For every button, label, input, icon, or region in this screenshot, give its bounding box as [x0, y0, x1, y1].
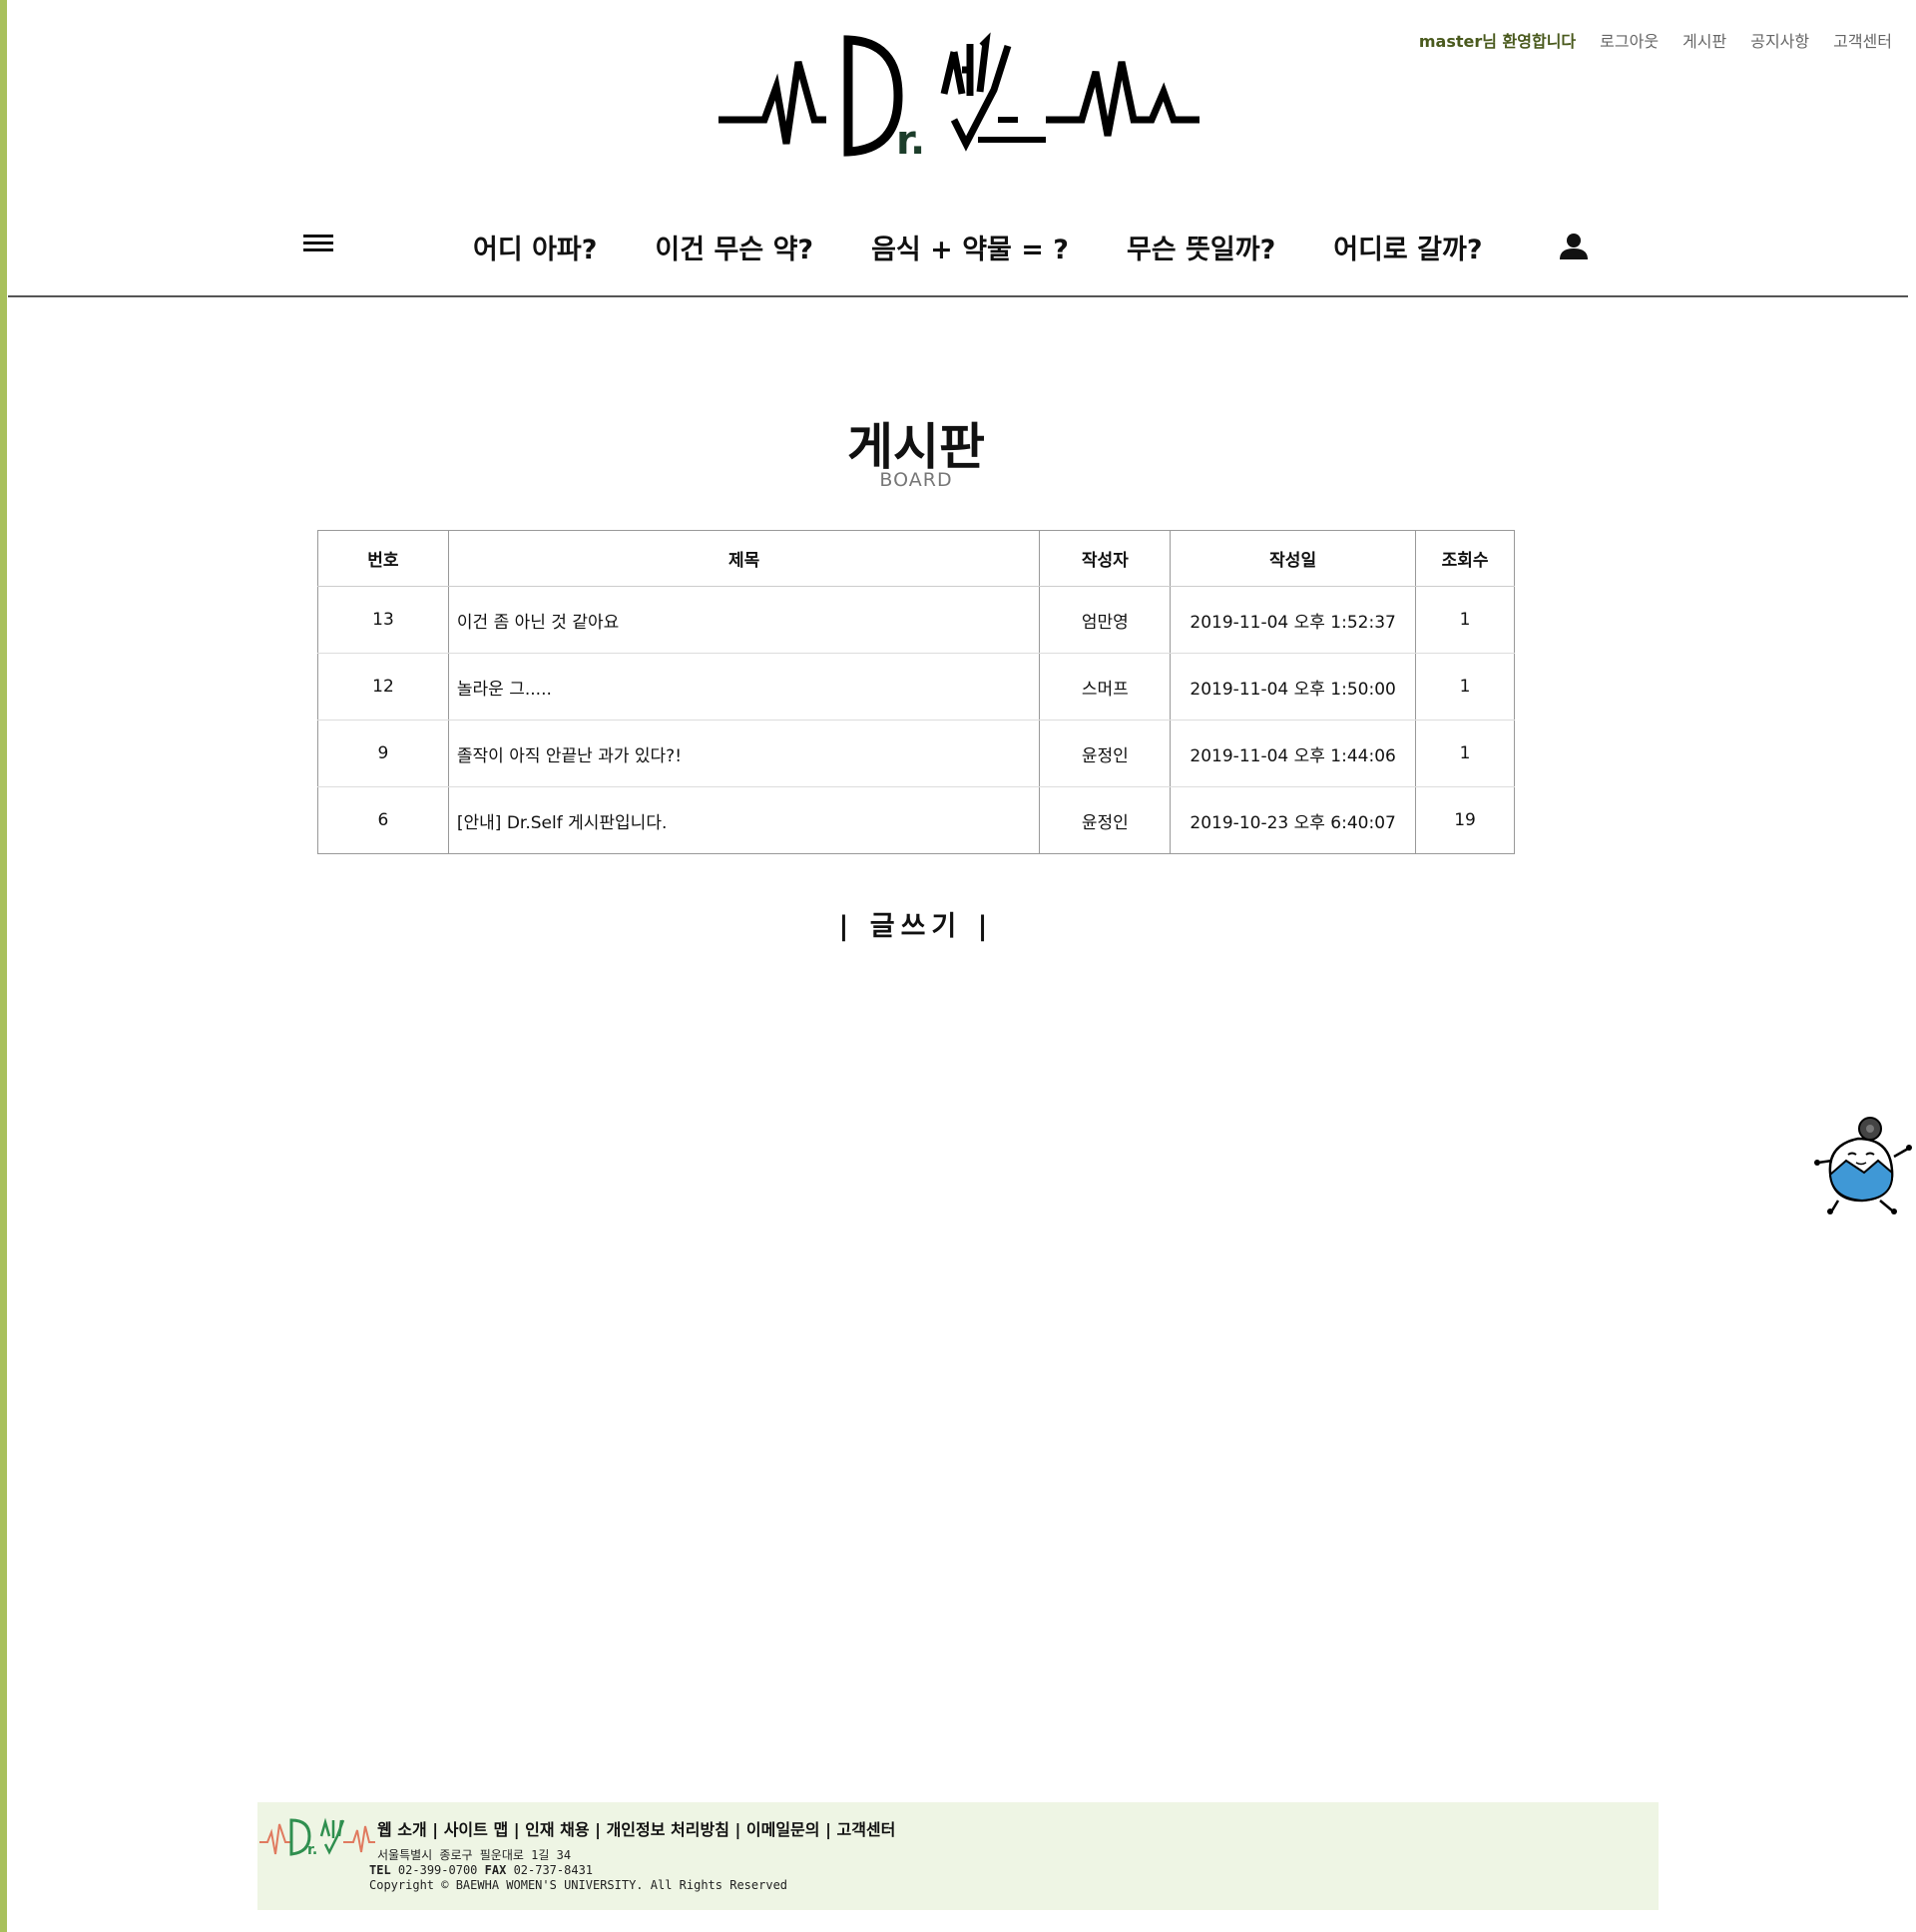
post-date: 2019-10-23 오후 6:40:07: [1170, 786, 1417, 854]
nav-item-meaning[interactable]: 무슨 뜻일까?: [1127, 228, 1275, 266]
user-icon[interactable]: [1558, 232, 1590, 261]
fax-number: 02-737-8431: [513, 1863, 594, 1877]
tel-number: 02-399-0700: [397, 1863, 478, 1877]
post-number: 6: [317, 786, 449, 854]
site-logo[interactable]: r.: [717, 32, 1201, 162]
site-footer: r. 웹 소개 | 사이트 맵 | 인재 채용 | 개인정보 처리방침 | 이메…: [257, 1802, 1659, 1910]
write-area: | 글쓰기 |: [0, 904, 1832, 943]
page-subtitle: BOARD: [879, 469, 953, 491]
nav-divider: [8, 295, 1908, 297]
board-link[interactable]: 게시판: [1682, 28, 1726, 52]
post-author: 엄만영: [1039, 586, 1172, 654]
table-row[interactable]: 13 이건 좀 아닌 것 같아요 엄만영 2019-11-04 오후 1:52:…: [317, 586, 1515, 654]
logout-link[interactable]: 로그아웃: [1600, 28, 1659, 52]
nav-item-food-drug[interactable]: 음식 + 약물 = ?: [871, 228, 1069, 266]
header-no: 번호: [317, 530, 449, 587]
main-navigation: 어디 아파? 이건 무슨 약? 음식 + 약물 = ? 무슨 뜻일까? 어디로 …: [0, 220, 1908, 295]
tel-label: TEL: [369, 1863, 391, 1877]
post-number: 12: [317, 653, 449, 721]
footer-copyright: Copyright © BAEWHA WOMEN'S UNIVERSITY. A…: [369, 1878, 788, 1892]
nav-menu: 어디 아파? 이건 무슨 약? 음식 + 약물 = ? 무슨 뜻일까? 어디로 …: [473, 228, 1483, 266]
table-row[interactable]: 12 놀라운 그..... 스머프 2019-11-04 오후 1:50:00 …: [317, 653, 1515, 721]
doctor-mascot-icon[interactable]: [1808, 1115, 1916, 1214]
post-author: 윤정인: [1039, 786, 1172, 854]
footer-logo: r.: [259, 1817, 375, 1858]
post-views: 19: [1415, 786, 1515, 854]
svg-text:r.: r.: [896, 118, 925, 162]
post-date: 2019-11-04 오후 1:44:06: [1170, 720, 1417, 787]
support-link[interactable]: 고객센터: [1833, 28, 1892, 52]
nav-item-where-to-go[interactable]: 어디로 갈까?: [1333, 228, 1482, 266]
post-title-link[interactable]: 놀라운 그.....: [447, 653, 1041, 721]
header-views: 조회수: [1415, 530, 1515, 587]
top-utility-links: master님 환영합니다 로그아웃 게시판 공지사항 고객센터: [1419, 28, 1892, 52]
footer-contact: TEL 02-399-0700 FAX 02-737-8431: [369, 1863, 787, 1878]
write-post-button[interactable]: | 글쓰기 |: [838, 911, 993, 942]
hamburger-menu-icon[interactable]: [303, 232, 333, 257]
post-views: 1: [1415, 653, 1515, 721]
post-date: 2019-11-04 오후 1:50:00: [1170, 653, 1417, 721]
post-date: 2019-11-04 오후 1:52:37: [1170, 586, 1417, 654]
nav-item-symptom[interactable]: 어디 아파?: [473, 228, 597, 266]
svg-text:r.: r.: [307, 1842, 317, 1858]
post-number: 9: [317, 720, 449, 787]
footer-info: 서울특별시 종로구 필운대로 1길 34 TEL 02-399-0700 FAX…: [369, 1848, 787, 1893]
table-row[interactable]: 9 졸작이 아직 안끝난 과가 있다?! 윤정인 2019-11-04 오후 1…: [317, 720, 1515, 787]
post-author: 스머프: [1039, 653, 1172, 721]
post-number: 13: [317, 586, 449, 654]
post-views: 1: [1415, 720, 1515, 787]
notice-link[interactable]: 공지사항: [1750, 28, 1809, 52]
footer-links[interactable]: 웹 소개 | 사이트 맵 | 인재 채용 | 개인정보 처리방침 | 이메일문의…: [377, 1816, 895, 1840]
post-views: 1: [1415, 586, 1515, 654]
table-row[interactable]: 6 [안내] Dr.Self 게시판입니다. 윤정인 2019-10-23 오후…: [317, 786, 1515, 854]
welcome-message: master님 환영합니다: [1418, 32, 1577, 51]
post-title-link[interactable]: [안내] Dr.Self 게시판입니다.: [447, 786, 1041, 854]
header-date: 작성일: [1170, 530, 1417, 587]
post-title-link[interactable]: 졸작이 아직 안끝난 과가 있다?!: [447, 720, 1041, 787]
header-author: 작성자: [1039, 530, 1172, 587]
nav-item-medicine[interactable]: 이건 무슨 약?: [655, 228, 813, 266]
footer-address: 서울특별시 종로구 필운대로 1길 34: [377, 1848, 572, 1862]
post-author: 윤정인: [1039, 720, 1172, 787]
header-title: 제목: [447, 530, 1041, 587]
fax-label: FAX: [484, 1863, 507, 1877]
table-header-row: 번호 제목 작성자 작성일 조회수: [317, 530, 1515, 587]
post-title-link[interactable]: 이건 좀 아닌 것 같아요: [447, 586, 1041, 654]
board-table: 번호 제목 작성자 작성일 조회수 13 이건 좀 아닌 것 같아요 엄만영 2…: [317, 530, 1515, 854]
